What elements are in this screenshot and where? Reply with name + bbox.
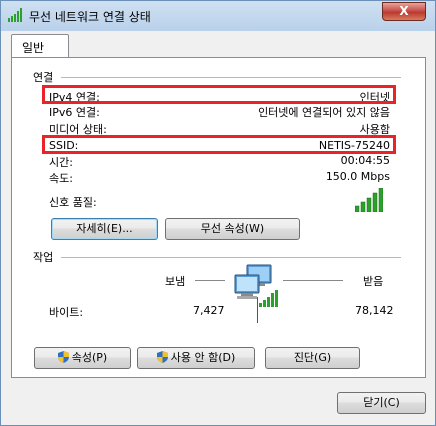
connection-separator [61, 77, 401, 78]
activity-signal-icon [259, 290, 278, 307]
received-label: 받음 [363, 275, 384, 288]
duration-value: 00:04:55 [340, 154, 390, 167]
duration-label: 시간: [49, 156, 73, 169]
details-button[interactable]: 자세히(E)... [51, 218, 158, 240]
signal-quality-icon [355, 188, 383, 212]
speed-value: 150.0 Mbps [325, 170, 390, 183]
activity-section-label: 작업 [33, 251, 54, 264]
uac-shield-icon [57, 351, 69, 363]
properties-button[interactable]: 속성(P) [34, 347, 131, 369]
diagnose-button[interactable]: 진단(G) [265, 347, 360, 369]
bytes-received-value: 78,142 [355, 304, 394, 317]
properties-button-label: 속성(P) [71, 351, 108, 364]
wireless-properties-button[interactable]: 무선 속성(W) [165, 218, 300, 240]
dialog-window: 무선 네트워크 연결 상태 X 일반 연결 IPv4 연결: 인터넷 IPv6 … [0, 0, 436, 426]
sent-line [195, 280, 225, 281]
sent-label: 보냄 [165, 275, 186, 288]
ipv6-value: 인터넷에 연결되어 있지 않음 [258, 106, 390, 119]
close-dialog-button[interactable]: 닫기(C) [337, 392, 426, 414]
ipv4-highlight-box [42, 85, 396, 104]
disable-button-label: 사용 안 함(D) [170, 351, 236, 364]
window-close-button[interactable]: X [382, 2, 426, 21]
bytes-sent-value: 7,427 [193, 304, 225, 317]
ipv6-label: IPv6 연결: [49, 106, 100, 119]
bytes-label: 바이트: [49, 306, 84, 319]
signal-quality-label: 신호 품질: [49, 196, 97, 209]
window-title: 무선 네트워크 연결 상태 [29, 10, 151, 24]
title-bar[interactable]: 무선 네트워크 연결 상태 X [1, 1, 435, 29]
connector-line [257, 297, 258, 323]
wireless-signal-icon [8, 8, 22, 22]
received-line [283, 280, 343, 281]
speed-label: 속도: [49, 172, 73, 185]
disable-button[interactable]: 사용 안 함(D) [137, 347, 255, 369]
ssid-highlight-box [42, 135, 396, 154]
activity-separator [61, 257, 401, 258]
uac-shield-icon [156, 351, 168, 363]
tab-general-label: 일반 [22, 41, 45, 55]
tab-general[interactable]: 일반 [11, 34, 69, 58]
connection-section-label: 연결 [33, 71, 54, 84]
